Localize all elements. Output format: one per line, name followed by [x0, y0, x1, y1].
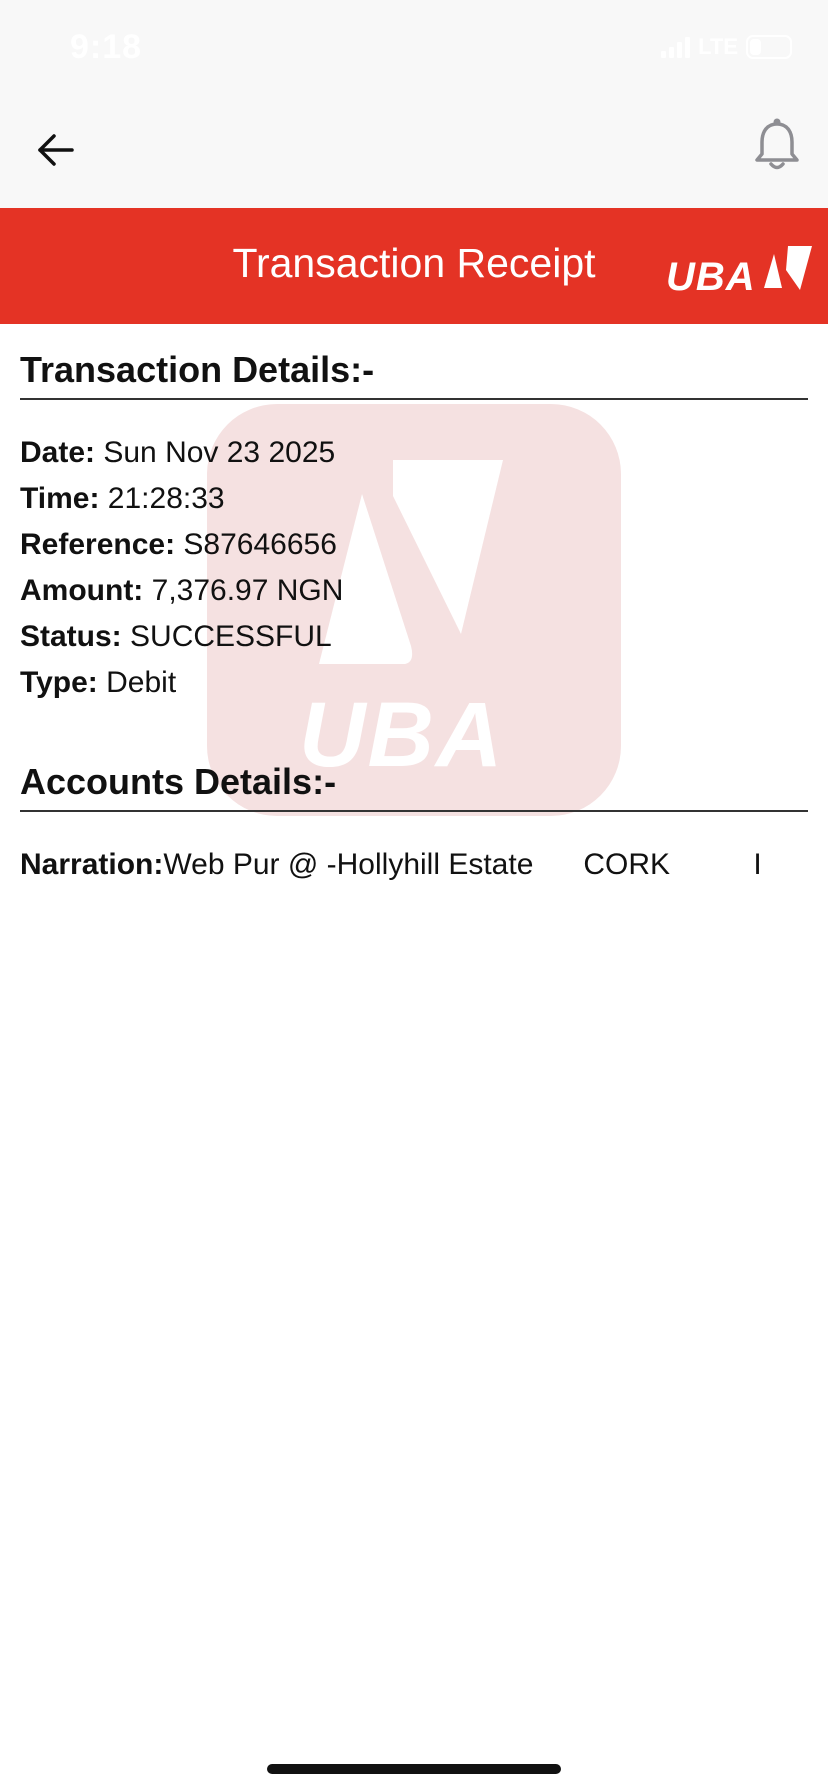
amount-value: 7,376.97 NGN [143, 574, 344, 607]
arrow-left-icon [38, 134, 74, 166]
type-row: Type: Debit [20, 660, 808, 706]
bell-icon [755, 118, 799, 170]
amount-row: Amount: 7,376.97 NGN [20, 568, 808, 614]
status-value: SUCCESSFUL [121, 620, 332, 653]
transaction-details-title: Transaction Details:- [20, 349, 375, 390]
narration-row: Narration:Web Pur @ -Hollyhill Estate CO… [20, 842, 808, 888]
battery-icon: 30 [746, 35, 792, 59]
time-label: Time: [20, 482, 100, 515]
divider [20, 398, 808, 400]
status-row: Status: SUCCESSFUL [20, 614, 808, 660]
home-indicator[interactable] [267, 1764, 561, 1774]
svg-text:UBA: UBA [666, 255, 756, 298]
uba-logo: UBA [666, 246, 812, 298]
time-value: 21:28:33 [99, 482, 225, 515]
status-indicators: LTE 30 [661, 34, 792, 60]
notifications-button[interactable] [752, 116, 802, 172]
reference-label: Reference: [20, 528, 176, 561]
type-value: Debit [97, 666, 177, 699]
date-label: Date: [20, 436, 96, 469]
divider [20, 810, 808, 812]
accounts-details-title: Accounts Details:- [20, 761, 337, 802]
narration-value: Web Pur @ -Hollyhill Estate CORK I [163, 848, 762, 881]
back-button[interactable] [34, 128, 78, 172]
transaction-details: Date: Sun Nov 23 2025 Time: 21:28:33 Ref… [20, 430, 808, 706]
date-value: Sun Nov 23 2025 [95, 436, 336, 469]
receipt-header: Transaction Receipt UBA [0, 208, 828, 324]
date-row: Date: Sun Nov 23 2025 [20, 430, 808, 476]
battery-level [750, 39, 761, 55]
battery-percent: 30 [760, 38, 778, 56]
signal-icon [661, 36, 691, 58]
type-label: Type: [20, 666, 98, 699]
top-bar: 9:18 LTE 30 [0, 0, 828, 208]
receipt-content: Transaction Details:- Date: Sun Nov 23 2… [20, 324, 808, 888]
time-row: Time: 21:28:33 [20, 476, 808, 522]
reference-row: Reference: S87646656 [20, 522, 808, 568]
reference-value: S87646656 [175, 528, 337, 561]
network-type: LTE [698, 34, 738, 59]
narration-label: Narration: [20, 848, 164, 881]
status-time: 9:18 [70, 28, 143, 66]
status-label: Status: [20, 620, 122, 653]
amount-label: Amount: [20, 574, 144, 607]
